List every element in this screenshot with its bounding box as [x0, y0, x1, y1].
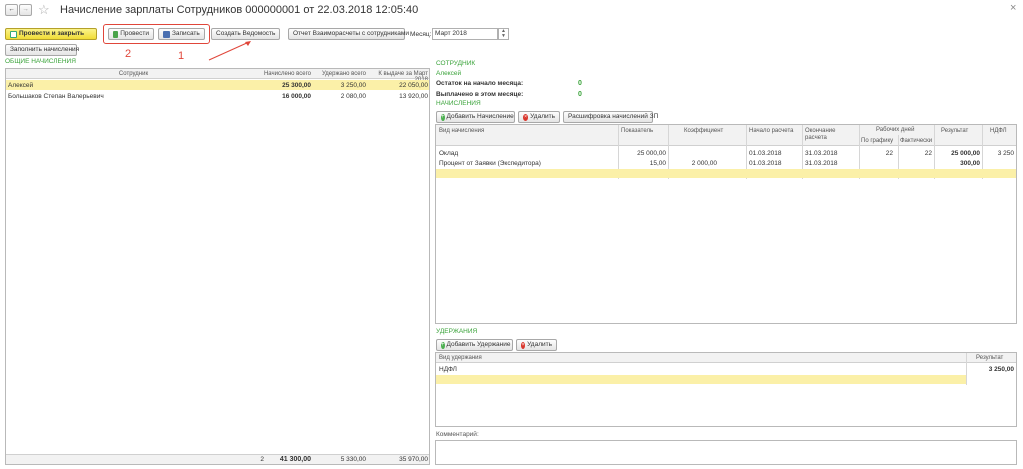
comment-field[interactable]	[435, 440, 1017, 465]
delete-accrual-button[interactable]: × Удалить	[518, 111, 560, 123]
employee-name: Алексей	[436, 70, 462, 77]
row-payout: 13 920,00	[399, 93, 428, 100]
accrual-end: 31.03.2018	[805, 150, 838, 157]
accrual-start: 01.03.2018	[749, 150, 782, 157]
accrual-indicator: 15,00	[649, 160, 666, 167]
general-accruals-heading: ОБЩИЕ НАЧИСЛЕНИЯ	[5, 58, 76, 65]
add-accrual-button[interactable]: + Добавить Начисление	[436, 111, 515, 123]
document-post-icon	[10, 30, 17, 38]
deductions-heading: УДЕРЖАНИЯ	[436, 328, 478, 335]
table-header	[436, 353, 1016, 363]
accrual-fact: 22	[924, 150, 932, 157]
column-withheld[interactable]: Удержано всего	[314, 71, 366, 77]
delete-deduction-button[interactable]: × Удалить	[516, 339, 557, 351]
column-result[interactable]: Результат	[941, 128, 968, 134]
month-label: Месяц:	[410, 31, 432, 38]
column-end-date[interactable]: Окончание расчета	[805, 128, 851, 142]
accrual-result: 25 000,00	[951, 150, 980, 157]
column-accrued[interactable]: Начислено всего	[261, 71, 311, 77]
close-icon[interactable]: ×	[1010, 2, 1016, 14]
row-employee-name: Алексей	[8, 82, 34, 89]
column-employee[interactable]: Сотрудник	[6, 71, 261, 77]
plus-icon: +	[441, 341, 445, 349]
table-row-empty[interactable]	[436, 169, 1016, 178]
column-ndfl[interactable]: НДФЛ	[990, 128, 1007, 134]
column-indicator[interactable]: Показатель	[621, 128, 653, 134]
highlight-box	[103, 24, 210, 44]
accrual-result: 300,00	[960, 160, 980, 167]
accrual-coefficient: 2 000,00	[691, 160, 717, 167]
deduction-result: 3 250,00	[988, 366, 1014, 373]
deductions-table: Вид удержания Результат НДФЛ 3 250,00	[435, 352, 1017, 427]
row-payout: 22 050,00	[399, 82, 428, 89]
comment-label: Комментарий:	[436, 431, 479, 438]
forward-button[interactable]: →	[19, 4, 32, 16]
favorite-star-icon[interactable]: ☆	[38, 2, 50, 18]
column-deduction-result[interactable]: Результат	[976, 355, 1003, 361]
column-start-date[interactable]: Начало расчета	[749, 128, 793, 134]
column-coefficient[interactable]: Коэффициент	[684, 128, 723, 134]
footer-accrued: 41 300,00	[279, 456, 311, 463]
month-stepper-icon[interactable]: ▲ ▼	[498, 28, 509, 40]
accrual-type[interactable]: Оклад	[439, 150, 458, 157]
month-field[interactable]: Март 2018	[432, 28, 498, 40]
plus-icon: +	[441, 113, 445, 121]
paid-value: 0	[578, 91, 582, 98]
annotation-arrow	[208, 41, 251, 61]
report-button[interactable]: Отчет Взаиморасчеты с сотрудниками	[288, 28, 409, 40]
accrual-type[interactable]: Процент от Заявки (Экспедитора)	[439, 160, 541, 167]
column-by-schedule[interactable]: По графику	[861, 138, 893, 144]
accrual-ndfl: 3 250	[997, 150, 1014, 157]
back-button[interactable]: ←	[5, 4, 18, 16]
breakdown-button[interactable]: Расшифровка начислений ЗП	[563, 111, 658, 123]
add-deduction-button[interactable]: + Добавить Удержание	[436, 339, 513, 351]
accrual-indicator: 25 000,00	[637, 150, 666, 157]
accruals-heading: НАЧИСЛЕНИЯ	[436, 100, 481, 107]
deduction-type[interactable]: НДФЛ	[439, 366, 457, 373]
page-title: Начисление зарплаты Сотрудников 00000000…	[60, 4, 419, 16]
row-accrued: 16 000,00	[282, 93, 311, 100]
table-row-empty[interactable]	[436, 375, 966, 384]
accrual-sched: 22	[885, 150, 893, 157]
arrow-right-icon: →	[22, 6, 29, 13]
accrual-start: 01.03.2018	[749, 160, 782, 167]
column-actual[interactable]: Фактически	[900, 138, 932, 144]
column-workdays[interactable]: Рабочих дней	[876, 127, 914, 133]
accrual-end: 31.03.2018	[805, 160, 838, 167]
fill-accruals-button[interactable]: Заполнить начисления	[5, 44, 79, 56]
row-accrued: 25 300,00	[282, 82, 311, 89]
paid-label: Выплачено в этом месяце:	[436, 91, 524, 98]
footer-payout: 35 970,00	[399, 456, 428, 463]
row-withheld: 2 080,00	[340, 93, 366, 100]
general-accruals-table: Сотрудник Начислено всего Удержано всего…	[5, 68, 430, 465]
annotation-one: 1	[178, 50, 185, 62]
column-deduction-type[interactable]: Вид удержания	[439, 355, 482, 361]
accruals-table: Вид начисления Показатель Коэффициент На…	[435, 124, 1017, 324]
row-withheld: 3 250,00	[340, 82, 366, 89]
arrow-left-icon: ←	[8, 6, 15, 13]
start-balance-value: 0	[578, 80, 582, 87]
footer-withheld: 5 330,00	[340, 456, 366, 463]
column-accrual-type[interactable]: Вид начисления	[439, 128, 484, 134]
employee-heading: СОТРУДНИК	[436, 60, 476, 67]
row-employee-name[interactable]: Большаков Степан Валерьевич	[8, 93, 104, 100]
annotation-two: 2	[125, 48, 132, 60]
start-balance-label: Остаток на начало месяца:	[436, 80, 524, 87]
delete-icon: ×	[523, 113, 529, 121]
post-and-close-button[interactable]: Провести и закрыть	[5, 28, 97, 40]
delete-icon: ×	[521, 341, 526, 349]
